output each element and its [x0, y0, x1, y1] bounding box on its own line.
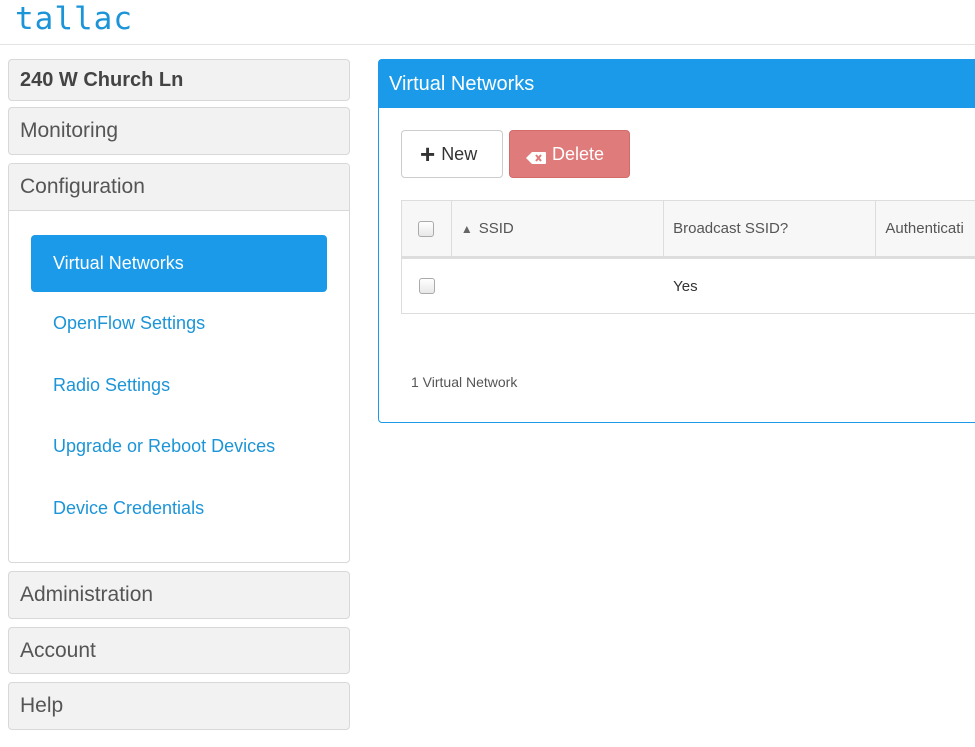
delete-button-label: Delete	[552, 143, 605, 164]
nav-item-upgrade-reboot[interactable]: Upgrade or Reboot Devices	[31, 417, 327, 477]
record-count: 1 Virtual Network	[411, 374, 518, 390]
top-bar: tallac	[0, 0, 975, 45]
sort-asc-icon: ▲	[460, 221, 473, 236]
nav-account[interactable]: Account	[8, 627, 350, 674]
table-row[interactable]: Yes	[401, 257, 975, 314]
table-header: ▲ SSID Broadcast SSID? Authenticati	[401, 200, 975, 257]
delete-button[interactable]: Delete	[509, 130, 630, 178]
configuration-panel: Configuration Virtual Networks OpenFlow …	[8, 163, 350, 563]
cell-ssid	[452, 259, 664, 313]
backspace-icon	[526, 148, 546, 164]
virtual-networks-table: ▲ SSID Broadcast SSID? Authenticati Yes	[401, 200, 975, 314]
nav-item-openflow-settings[interactable]: OpenFlow Settings	[31, 294, 327, 354]
column-header-ssid[interactable]: ▲ SSID	[452, 201, 665, 256]
virtual-networks-panel: Virtual Networks + New Delete ▲ SSID Bro…	[378, 59, 975, 423]
nav-configuration[interactable]: Configuration	[9, 164, 349, 211]
plus-icon: +	[420, 139, 436, 169]
new-button-label: New	[441, 143, 478, 164]
cell-authentication	[876, 259, 975, 313]
nav-administration[interactable]: Administration	[8, 571, 350, 619]
cell-broadcast: Yes	[673, 277, 698, 295]
select-all-checkbox[interactable]	[418, 220, 435, 237]
select-all-cell	[402, 201, 452, 256]
nav-item-device-credentials[interactable]: Device Credentials	[31, 479, 327, 539]
column-header-authentication[interactable]: Authenticati	[876, 201, 975, 256]
row-select-cell	[402, 259, 452, 313]
panel-title: Virtual Networks	[379, 60, 975, 108]
row-checkbox[interactable]	[418, 278, 435, 294]
new-button[interactable]: + New	[401, 130, 503, 178]
nav-monitoring[interactable]: Monitoring	[8, 107, 350, 155]
column-header-ssid-label: SSID	[478, 220, 514, 237]
configuration-menu: Virtual Networks OpenFlow Settings Radio…	[9, 211, 349, 562]
nav-item-virtual-networks[interactable]: Virtual Networks	[31, 235, 327, 292]
site-selector[interactable]: 240 W Church Ln	[8, 59, 350, 101]
nav-help[interactable]: Help	[8, 682, 350, 730]
nav-item-radio-settings[interactable]: Radio Settings	[31, 356, 327, 416]
column-header-broadcast[interactable]: Broadcast SSID?	[664, 201, 877, 256]
logo[interactable]: tallac	[15, 1, 133, 37]
sidebar: 240 W Church Ln Monitoring Configuration…	[8, 59, 350, 730]
